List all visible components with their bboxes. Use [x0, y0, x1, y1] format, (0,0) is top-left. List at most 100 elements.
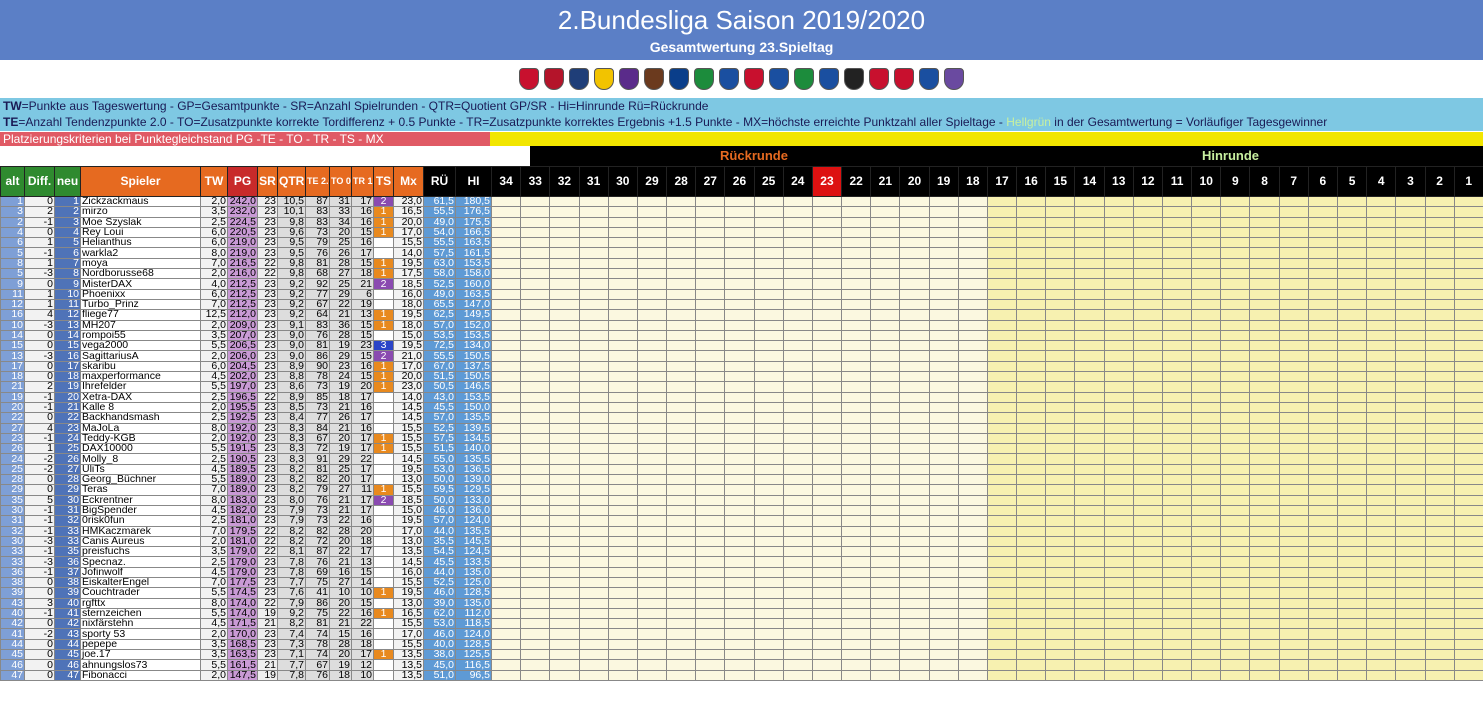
round-cell [490, 422, 522, 434]
round-cell [986, 546, 1018, 558]
round-cell [636, 525, 668, 537]
round-cell [724, 463, 755, 476]
round-header: 28 [666, 166, 697, 197]
round-cell [841, 453, 872, 465]
round-cell [1103, 257, 1134, 270]
cell: 18 [351, 535, 374, 548]
round-cell [1307, 535, 1338, 548]
cell: 55,5 [423, 350, 456, 362]
round-cell [753, 494, 784, 506]
round-header: 22 [841, 166, 872, 197]
cell: 47 [54, 669, 81, 681]
cell: 7,0 [200, 576, 228, 589]
team-logo [644, 68, 664, 90]
round-cell [1453, 607, 1483, 620]
round-cell [1307, 237, 1338, 249]
round-cell [578, 669, 609, 681]
round-cell [1307, 432, 1338, 445]
cell: 23 [257, 587, 278, 599]
round-cell [666, 268, 697, 280]
round-cell [578, 278, 609, 290]
round-cell [957, 669, 988, 681]
cell: 4,5 [200, 566, 228, 578]
round-cell [1016, 607, 1047, 620]
round-cell [753, 216, 784, 228]
cell: 8 [0, 257, 25, 270]
round-cell [666, 535, 697, 548]
round-cell [1220, 628, 1251, 640]
cell: 124,5 [455, 546, 492, 558]
cell: 83 [305, 206, 330, 218]
round-cell [1307, 371, 1338, 383]
round-cell [811, 309, 843, 321]
round-cell [1336, 607, 1368, 620]
round-cell [782, 381, 813, 393]
round-cell [1366, 463, 1397, 476]
cell: 28 [0, 474, 25, 486]
round-cell [695, 525, 726, 537]
round-cell [986, 257, 1018, 270]
round-cell [811, 628, 843, 640]
round-cell [1016, 288, 1047, 300]
round-cell [490, 226, 522, 239]
round-cell [1366, 576, 1397, 589]
round-cell [1074, 525, 1105, 537]
round-cell [520, 319, 551, 331]
cell [373, 515, 394, 527]
round-cell [1307, 268, 1338, 280]
round-header: 14 [1074, 166, 1105, 197]
round-cell [1395, 546, 1426, 558]
cell: 0 [24, 618, 55, 630]
round-cell [1161, 432, 1193, 445]
round-cell [782, 484, 813, 496]
cell: 50,0 [423, 474, 456, 486]
round-cell [1016, 319, 1047, 331]
cell: 23 [257, 319, 278, 331]
cell: 8,2 [277, 535, 306, 548]
round-cell [899, 474, 930, 486]
round-cell [1191, 412, 1222, 424]
round-cell [899, 319, 930, 331]
col-header-tw: TW [200, 166, 228, 197]
cell: 55,5 [423, 237, 456, 249]
cell: 31 [329, 195, 352, 208]
round-cell [841, 391, 872, 403]
cell: 35 [54, 546, 81, 558]
round-cell [1278, 432, 1309, 445]
round-cell [841, 206, 872, 218]
round-cell [986, 350, 1018, 362]
cell: 23 [257, 628, 278, 640]
round-cell [1395, 494, 1426, 506]
round-cell [1161, 309, 1193, 321]
cell: 2 [0, 216, 25, 228]
cell: 13 [351, 556, 374, 568]
round-cell [1074, 474, 1105, 486]
legend-green: Hellgrün [1006, 115, 1051, 129]
cell: 82 [305, 525, 330, 537]
round-cell [1103, 597, 1134, 609]
round-cell [1307, 360, 1338, 373]
round-cell [1307, 443, 1338, 455]
round-cell [782, 515, 813, 527]
round-cell [1191, 309, 1222, 321]
cell: 22 [257, 268, 278, 280]
round-cell [1191, 607, 1222, 620]
round-cell [753, 463, 784, 476]
cell: 206,0 [227, 350, 258, 362]
round-cell [666, 401, 697, 414]
round-cell [1074, 247, 1105, 259]
round-cell [1395, 535, 1426, 548]
round-cell [986, 226, 1018, 239]
round-cell [928, 484, 959, 496]
table-row: 45 0 45 joe.17 3,5 163,5 23 7,1 74 20 17 1 13,5 38,0 1… [0, 649, 1483, 661]
round-cell [1016, 298, 1047, 311]
cell: 17 [351, 247, 374, 259]
round-cell [1045, 597, 1076, 609]
round-cell [1424, 607, 1455, 620]
round-cell [1278, 412, 1309, 424]
round-cell [1220, 247, 1251, 259]
round-cell [957, 278, 988, 290]
round-cell [490, 443, 522, 455]
cell: 22 [329, 515, 352, 527]
round-cell [695, 453, 726, 465]
